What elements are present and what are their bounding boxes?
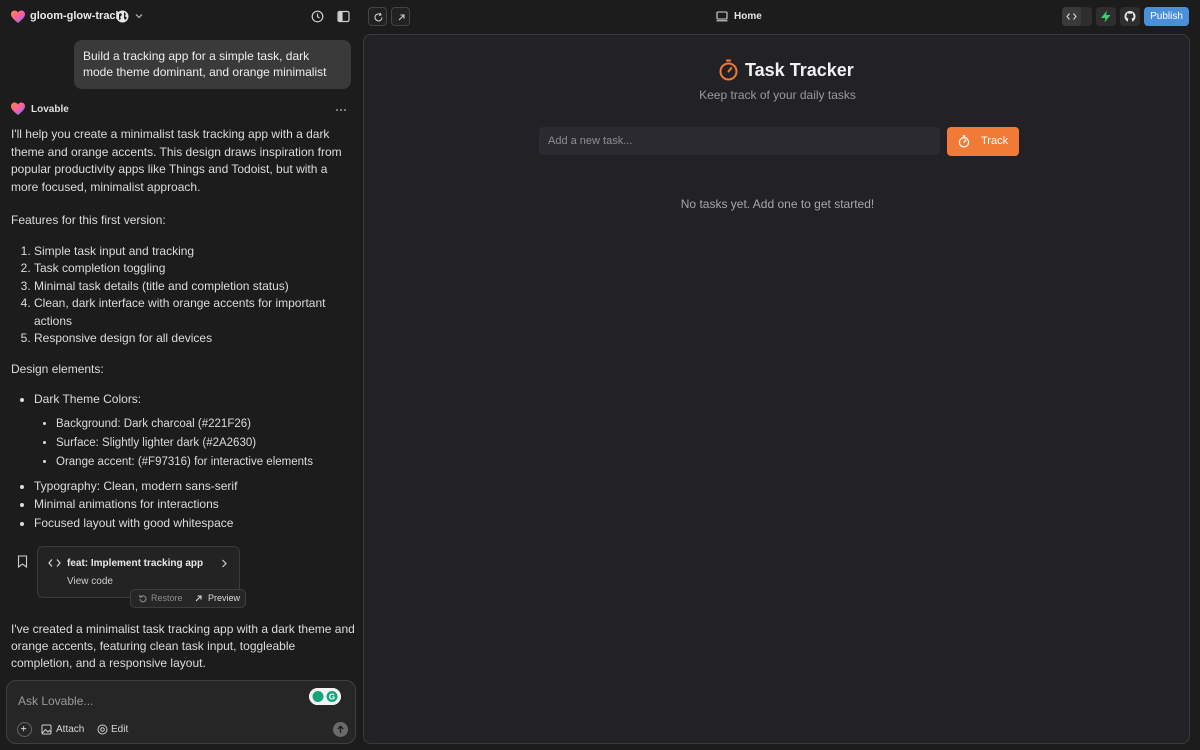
more-options-icon[interactable] (335, 105, 347, 115)
final-message: I've created a minimalist task tracking … (11, 622, 355, 670)
external-link-icon (398, 14, 405, 21)
list-item: Typography: Clean, modern sans-serif (34, 478, 356, 496)
globe-icon[interactable] (116, 10, 129, 23)
github-button[interactable] (1120, 7, 1140, 26)
app-subtitle: Keep track of your daily tasks (699, 88, 856, 102)
sidebar-toggle-icon[interactable] (337, 10, 350, 23)
list-item: Orange accent: (#F97316) for interactive… (56, 453, 356, 472)
github-icon (1124, 11, 1136, 22)
intro-text: I'll help you create a minimalist task t… (11, 127, 342, 194)
new-task-input[interactable] (539, 127, 940, 155)
colors-list: Background: Dark charcoal (#221F26) Surf… (34, 415, 356, 472)
chevron-down-icon[interactable] (134, 11, 144, 21)
composer: G Attach Edit (6, 680, 356, 744)
arrow-up-icon (337, 725, 344, 733)
image-icon[interactable] (41, 724, 52, 735)
commit-title: feat: Implement tracking app (67, 558, 204, 569)
design-list: Dark Theme Colors: Background: Dark char… (11, 391, 356, 532)
features-list: Simple task input and tracking Task comp… (11, 243, 356, 348)
supabase-icon (1101, 10, 1111, 23)
open-external-button[interactable] (391, 7, 410, 26)
list-item: Minimal animations for interactions (34, 496, 356, 514)
monitor-icon (716, 11, 728, 22)
track-button-label: Track (981, 135, 1009, 147)
add-button[interactable] (17, 722, 32, 737)
project-name[interactable]: gloom-glow-track (30, 10, 122, 22)
view-code-link[interactable]: View code (67, 576, 113, 587)
empty-state-message: No tasks yet. Add one to get started! (680, 197, 875, 211)
history-icon[interactable] (311, 10, 324, 23)
stopwatch-icon (719, 59, 738, 81)
refresh-icon (374, 12, 383, 22)
design-heading: Design elements: (11, 361, 104, 376)
target-icon[interactable] (97, 724, 108, 735)
restore-icon[interactable] (138, 594, 148, 604)
assistant-name: Lovable (31, 104, 69, 115)
list-item: Clean, dark interface with orange accent… (34, 295, 356, 330)
list-item: Focused layout with good whitespace (34, 515, 356, 533)
edit-button[interactable]: Edit (111, 724, 128, 735)
route-label: Home (734, 11, 762, 22)
grammarly-icon[interactable]: G (309, 688, 341, 705)
assistant-header: Lovable (11, 102, 351, 118)
list-item: Minimal task details (title and completi… (34, 278, 356, 296)
preview-button[interactable]: Preview (208, 593, 240, 603)
track-button[interactable]: Track (947, 127, 1019, 156)
chat-input[interactable] (18, 692, 308, 710)
code-icon (48, 559, 61, 567)
attach-button[interactable]: Attach (56, 724, 84, 735)
bookmark-icon[interactable] (17, 555, 28, 568)
features-heading: Features for this first version: (11, 213, 166, 227)
stopwatch-icon (958, 135, 970, 148)
list-item: Task completion toggling (34, 260, 356, 278)
colors-heading: Dark Theme Colors: (34, 392, 142, 406)
code-view-toggle[interactable] (1062, 7, 1092, 26)
send-button[interactable] (333, 722, 348, 737)
list-item: Background: Dark charcoal (#221F26) (56, 415, 356, 434)
chat-panel: gloom-glow-track Build a tracking app fo… (0, 0, 362, 750)
code-view-toggle-knob (1062, 7, 1081, 26)
app-preview: Task Tracker Keep track of your daily ta… (363, 34, 1190, 744)
list-item: Surface: Slightly lighter dark (#2A2630) (56, 434, 356, 453)
chevron-right-icon[interactable] (220, 559, 228, 568)
list-item: Responsive design for all devices (34, 330, 356, 348)
project-header: gloom-glow-track (0, 0, 362, 34)
assistant-message: I'll help you create a minimalist task t… (11, 126, 356, 533)
plus-icon (21, 726, 27, 732)
code-icon (1066, 13, 1077, 20)
lovable-heart-icon (11, 102, 25, 115)
list-item: Dark Theme Colors: Background: Dark char… (34, 391, 356, 472)
svg-text:G: G (329, 693, 335, 702)
external-link-icon[interactable] (194, 594, 203, 603)
refresh-button[interactable] (368, 7, 387, 26)
publish-button[interactable]: Publish (1144, 7, 1189, 26)
supabase-button[interactable] (1096, 7, 1116, 26)
user-message: Build a tracking app for a simple task, … (74, 40, 351, 89)
app-title: Task Tracker (745, 60, 854, 80)
commit-actions: Restore Preview (130, 589, 246, 608)
list-item: Simple task input and tracking (34, 243, 356, 261)
lovable-heart-icon (11, 10, 25, 23)
restore-button[interactable]: Restore (151, 593, 183, 603)
